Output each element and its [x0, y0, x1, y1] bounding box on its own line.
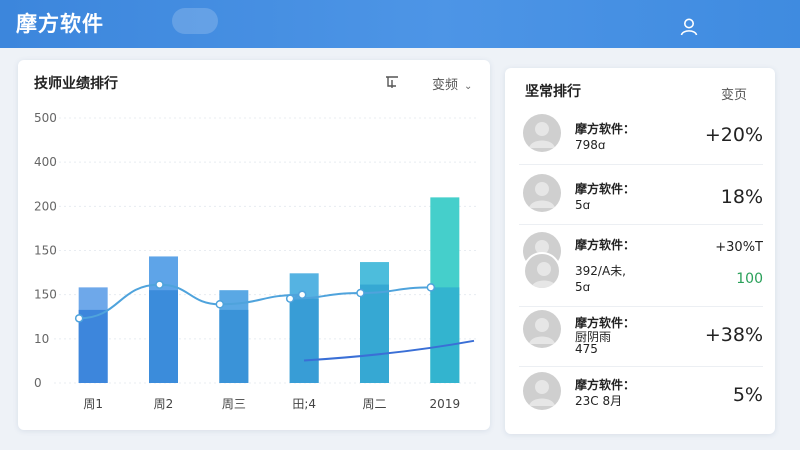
ranking-title: 坚常排行	[525, 84, 581, 100]
user-icon[interactable]	[678, 16, 700, 38]
header-bar: 摩方软件	[0, 0, 800, 48]
y-tick-label: 150	[34, 244, 57, 258]
rank-item[interactable]: 摩方软件： 5ꭤ 18%	[519, 170, 763, 228]
avatar	[523, 372, 561, 410]
rank-item[interactable]: 摩方软件： 798ꭤ +20%	[519, 106, 763, 164]
x-tick-label: 田;4	[292, 397, 316, 411]
rank-sub: 798ꭤ	[575, 138, 606, 152]
y-tick-label: 500	[34, 111, 57, 125]
line-point	[155, 280, 164, 289]
rank-item[interactable]: 摩方软件： 厨阴雨 475 +38%	[519, 308, 763, 366]
line-point	[297, 290, 307, 299]
bar-base	[149, 290, 178, 383]
rank-name: 摩方软件：	[575, 378, 636, 392]
avatar-icon	[529, 318, 555, 344]
x-tick-label: 2019	[430, 397, 461, 411]
bar-base	[289, 298, 319, 383]
x-tick-label: 周2	[154, 397, 174, 411]
avatar	[523, 174, 561, 212]
performance-panel: 技师业绩排行 变频 ⌄ 500 400 200 150 150 10 0 周1 周2 周三 田;4 周二…	[18, 60, 490, 430]
y-tick-label: 400	[34, 155, 57, 169]
bar-base	[78, 309, 108, 383]
avatar-icon	[529, 380, 555, 406]
performance-chart: 500 400 200 150 150 10 0 周1 周2 周三 田;4 周二 2019	[34, 111, 476, 411]
divider	[519, 366, 763, 367]
avatar-icon	[529, 122, 555, 148]
rank-value: 18%	[720, 186, 763, 208]
rank-value: +38%	[704, 324, 763, 346]
line-point	[426, 283, 436, 292]
avatar-icon	[529, 182, 555, 208]
rank-sub: 23C 8月	[575, 394, 623, 408]
avatar-icon	[531, 262, 557, 288]
divider	[519, 306, 763, 307]
rank-item[interactable]: 摩方软件： 392/A未, 5ꭤ +30%T 100	[519, 228, 763, 308]
line-point	[215, 300, 225, 309]
divider	[519, 164, 763, 165]
y-tick-label: 10	[34, 332, 49, 346]
rank-sub: 392/A未,	[575, 264, 626, 278]
y-tick-label: 0	[34, 376, 42, 390]
line-point	[285, 294, 295, 303]
rank-name: 摩方软件：	[575, 182, 636, 196]
rank-value: +20%	[704, 124, 763, 146]
y-tick-label: 200	[34, 199, 57, 213]
bar-base	[430, 287, 460, 383]
rank-sub-2: 475	[575, 342, 598, 356]
line-point	[356, 288, 365, 298]
more-link[interactable]: 变页	[721, 84, 747, 103]
bar-base	[219, 309, 249, 383]
x-tick-label: 周三	[222, 397, 246, 411]
rank-sub-2: 5ꭤ	[575, 280, 591, 294]
rank-name: 摩方软件：	[575, 122, 636, 136]
ranking-panel: 坚常排行 变页 摩方软件： 798ꭤ +20% 摩方软件： 5ꭤ 18% 摩方软…	[505, 68, 775, 434]
rank-value: 5%	[732, 384, 763, 406]
rank-value-2: 100	[736, 271, 763, 287]
rank-value: +30%T	[715, 240, 763, 255]
rank-item[interactable]: 摩方软件： 23C 8月 5%	[519, 368, 763, 426]
app-title: 摩方软件	[16, 12, 104, 36]
rank-sub: 5ꭤ	[575, 198, 591, 212]
avatar	[523, 114, 561, 152]
avatar	[523, 252, 561, 290]
divider	[519, 224, 763, 225]
rank-name: 摩方软件：	[575, 238, 636, 252]
x-tick-label: 周二	[362, 397, 386, 411]
avatar	[523, 310, 561, 348]
y-tick-label: 150	[34, 288, 57, 302]
line-point	[74, 314, 84, 323]
x-tick-label: 周1	[83, 397, 103, 411]
bar-base	[360, 284, 389, 383]
top-tab[interactable]	[172, 8, 218, 34]
